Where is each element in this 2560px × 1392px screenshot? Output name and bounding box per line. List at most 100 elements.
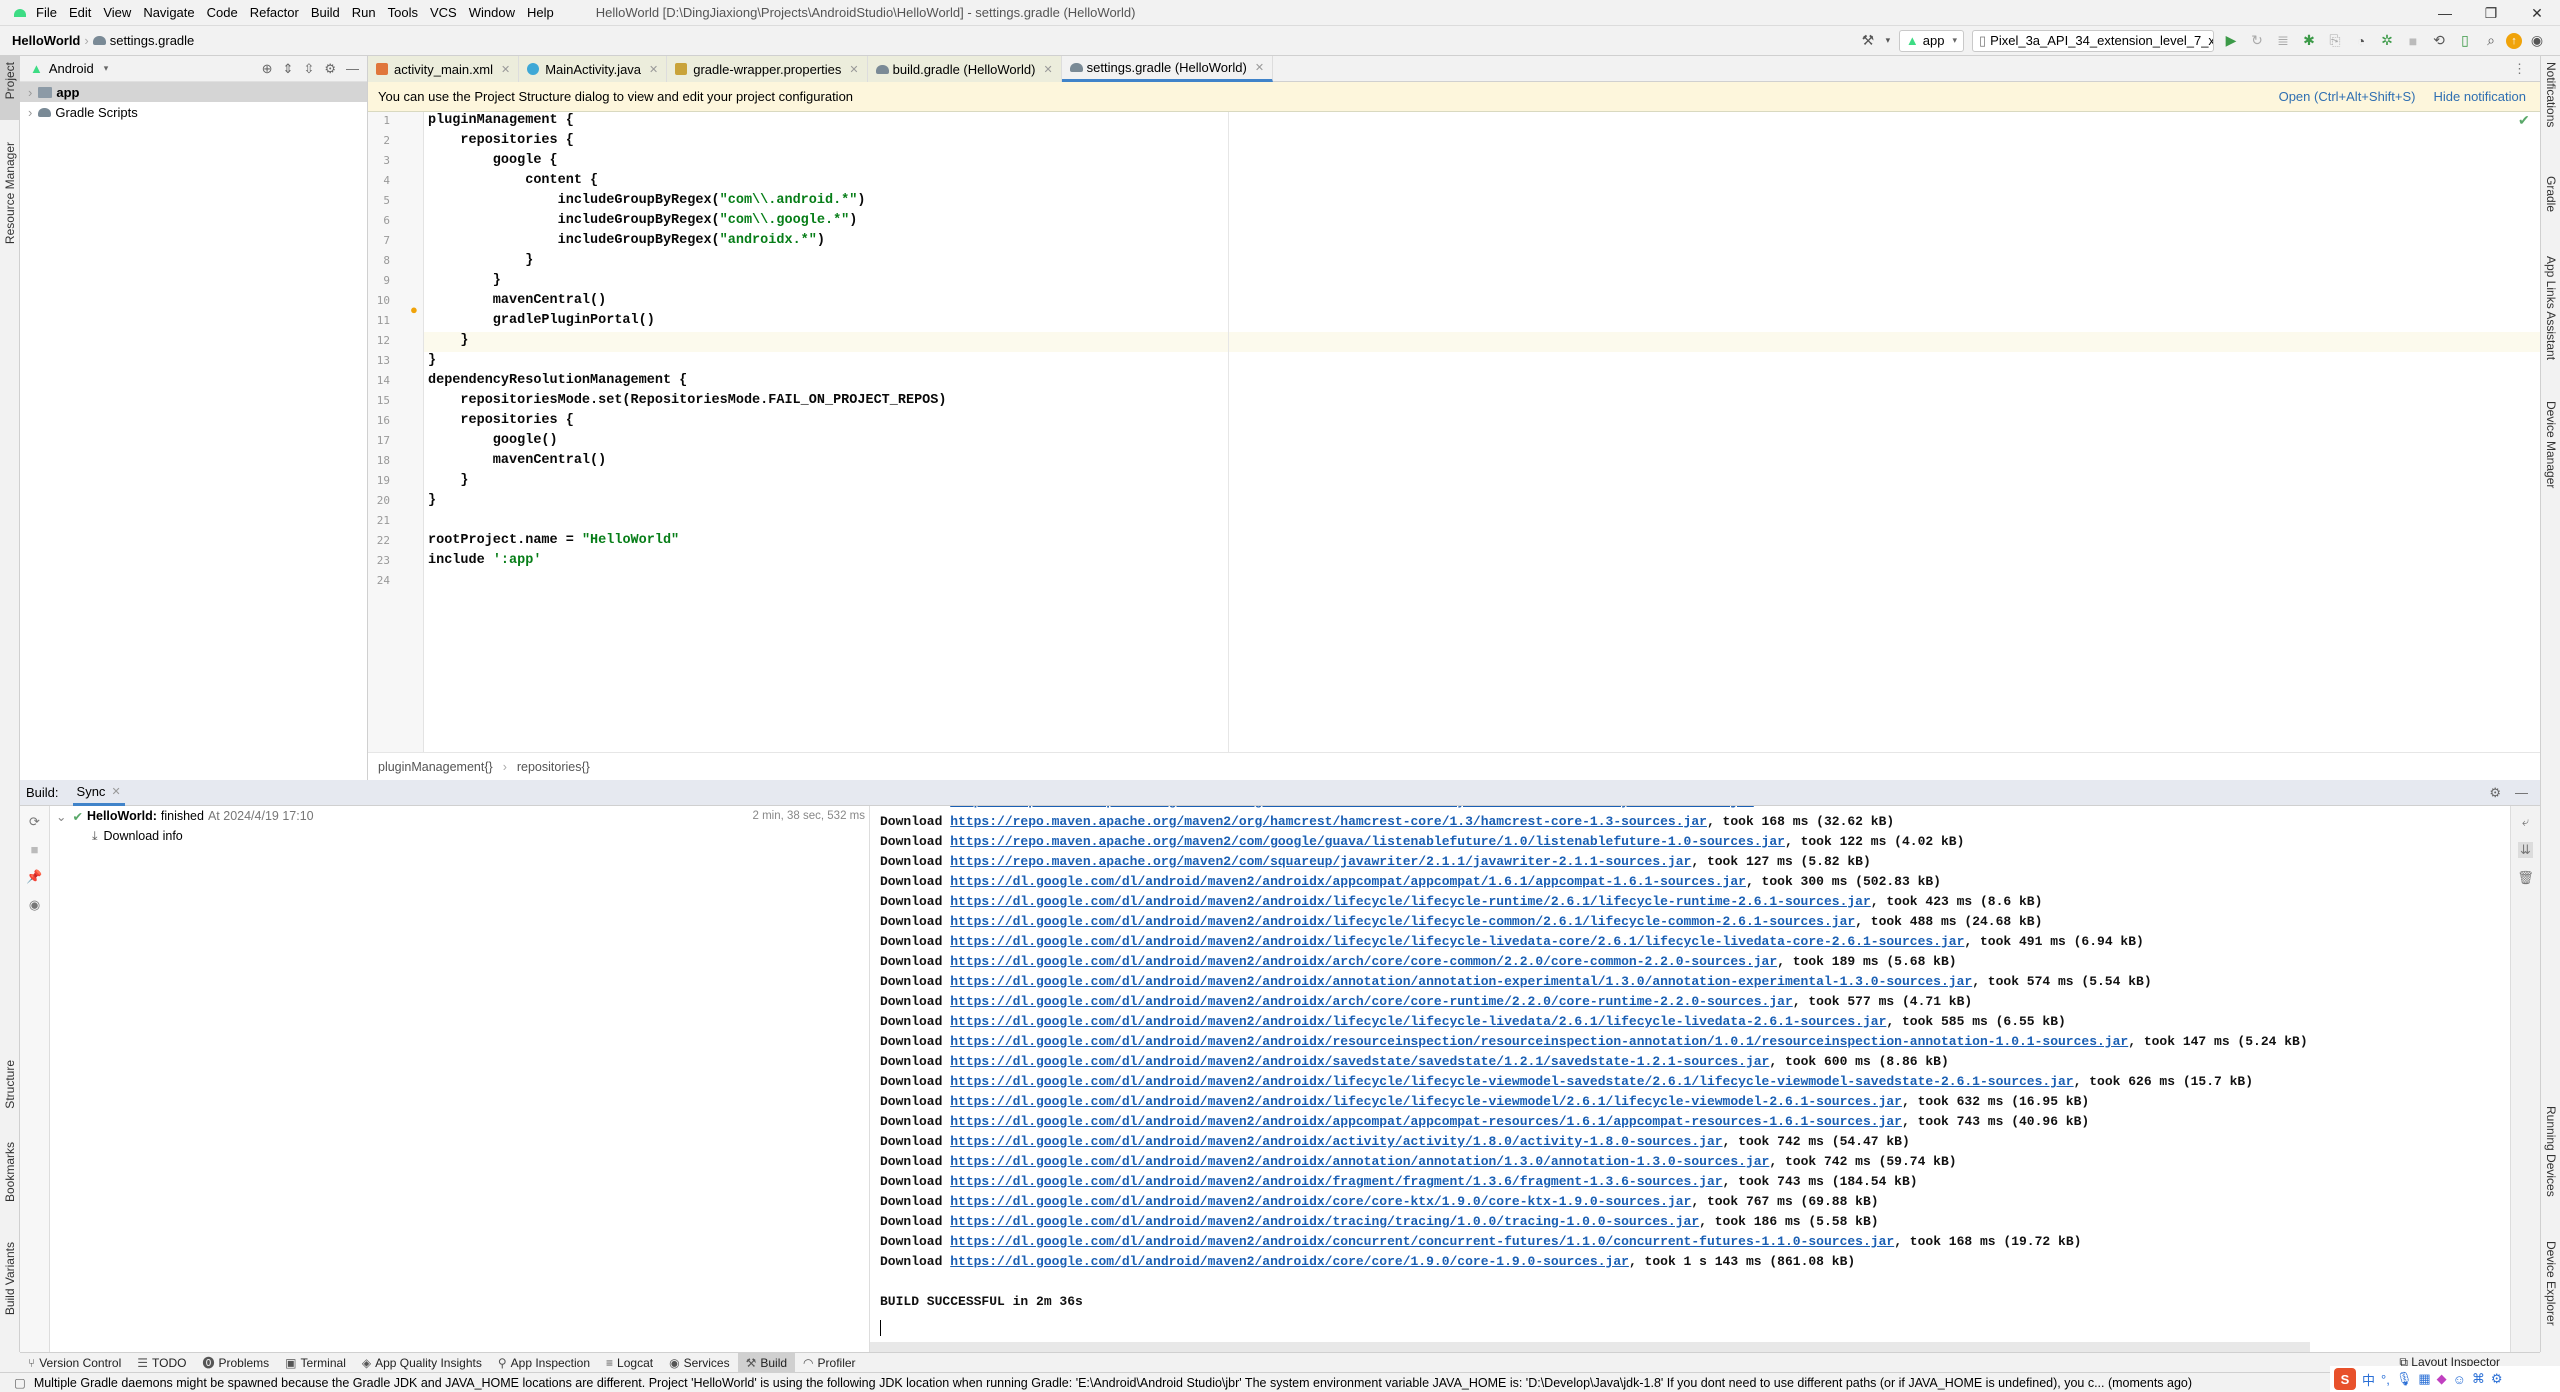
build-console[interactable]: Download https://repo.maven.apache.org/m… [870, 806, 2510, 1352]
download-url-link[interactable]: https://dl.google.com/dl/android/maven2/… [950, 874, 1746, 889]
run-config-dropdown[interactable]: ▲ app ▾ [1898, 29, 1964, 52]
tab-main-activity-java[interactable]: MainActivity.java ✕ [519, 56, 668, 82]
stop-icon[interactable]: ■ [31, 842, 39, 857]
menu-window[interactable]: Window [469, 5, 515, 20]
close-tab-icon[interactable]: ✕ [649, 63, 658, 76]
menu-file[interactable]: File [36, 5, 57, 20]
attach-debugger-icon[interactable]: ⎘ [2324, 30, 2346, 52]
download-url-link[interactable]: https://dl.google.com/dl/android/maven2/… [950, 994, 1793, 1009]
eye-icon[interactable]: ◉ [29, 897, 40, 913]
debug-attach-icon[interactable]: ✲ [2376, 30, 2398, 52]
bottom-tab-terminal[interactable]: ▣ Terminal [277, 1353, 354, 1373]
tool-tab-structure[interactable]: Structure [3, 1060, 17, 1109]
download-url-link[interactable]: https://dl.google.com/dl/android/maven2/… [950, 1194, 1691, 1209]
bottom-tab-todo[interactable]: ☰ TODO [129, 1353, 194, 1373]
open-project-structure-link[interactable]: Open (Ctrl+Alt+Shift+S) [2279, 89, 2416, 104]
profile-icon[interactable]: ◔ [2350, 30, 2372, 52]
download-url-link[interactable]: https://repo.maven.apache.org/maven2/com… [950, 854, 1691, 869]
download-url-link[interactable]: https://dl.google.com/dl/android/maven2/… [950, 1034, 2128, 1049]
ime-skin-icon[interactable]: ◆ [2437, 1371, 2447, 1387]
bottom-tab-services[interactable]: ◉ Services [661, 1353, 738, 1373]
breadcrumb-file[interactable]: settings.gradle [110, 33, 195, 48]
minimize-button[interactable]: — [2422, 0, 2468, 26]
download-url-link[interactable]: https://dl.google.com/dl/android/maven2/… [950, 914, 1855, 929]
scroll-to-end-icon[interactable]: ⇊ [2518, 842, 2533, 858]
tool-tab-notifications[interactable]: Notifications [2544, 62, 2558, 127]
search-icon[interactable]: ⌕ [2480, 30, 2502, 52]
bottom-tab-app-inspection[interactable]: ⚲ App Inspection [490, 1353, 598, 1373]
bottom-tab-build[interactable]: ⚒ Build [737, 1352, 796, 1373]
download-url-link[interactable]: https://dl.google.com/dl/android/maven2/… [950, 1234, 1894, 1249]
ime-emoji-icon[interactable]: ☺ [2453, 1372, 2466, 1387]
hide-notification-link[interactable]: Hide notification [2434, 89, 2527, 104]
tool-tab-project[interactable]: Project [3, 62, 17, 99]
account-icon[interactable]: ◉ [2526, 30, 2548, 52]
chevron-down-icon[interactable]: ⌄ [56, 809, 66, 824]
collapse-all-icon[interactable]: ⇳ [303, 61, 314, 77]
breadcrumb-project[interactable]: HelloWorld [12, 33, 80, 48]
download-url-link[interactable]: https://dl.google.com/dl/android/maven2/… [950, 974, 1972, 989]
download-url-link[interactable]: https://dl.google.com/dl/android/maven2/… [950, 934, 1964, 949]
bottom-tab-profiler[interactable]: ◠ Profiler [795, 1353, 864, 1373]
tool-tab-gradle[interactable]: Gradle [2544, 176, 2558, 212]
locate-file-icon[interactable]: ⊕ [262, 61, 273, 77]
close-tab-icon[interactable]: ✕ [1043, 63, 1052, 76]
menu-navigate[interactable]: Navigate [143, 5, 194, 20]
bottom-tab-logcat[interactable]: ≡ Logcat [598, 1353, 661, 1373]
tab-sync[interactable]: Sync ✕ [72, 780, 125, 806]
ime-tools-icon[interactable]: ⌘ [2472, 1371, 2485, 1387]
menu-refactor[interactable]: Refactor [250, 5, 299, 20]
download-url-link[interactable]: https://repo.maven.apache.org/maven2/com… [950, 834, 1785, 849]
download-url-link[interactable]: https://dl.google.com/dl/android/maven2/… [950, 894, 1871, 909]
device-manager-icon[interactable]: ▯ [2454, 30, 2476, 52]
download-url-link[interactable]: https://dl.google.com/dl/android/maven2/… [950, 1134, 1722, 1149]
sogou-ime-icon[interactable]: S [2334, 1368, 2356, 1390]
download-url-link[interactable]: https://dl.google.com/dl/android/maven2/… [950, 1114, 1902, 1129]
tab-build-gradle[interactable]: build.gradle (HelloWorld) ✕ [867, 56, 1062, 82]
close-button[interactable]: ✕ [2514, 0, 2560, 26]
build-tree-root[interactable]: ⌄ ✔ HelloWorld: finished At 2024/4/19 17… [50, 806, 869, 826]
hide-panel-icon[interactable]: — [2515, 785, 2528, 801]
tool-tab-app-links[interactable]: App Links Assistant [2544, 256, 2558, 360]
download-url-link[interactable]: https://dl.google.com/dl/android/maven2/… [950, 1014, 1886, 1029]
tab-settings-gradle[interactable]: settings.gradle (HelloWorld) ✕ [1061, 56, 1274, 82]
menu-help[interactable]: Help [527, 5, 554, 20]
download-url-link[interactable]: https://dl.google.com/dl/android/maven2/… [950, 1074, 2073, 1089]
tab-activity-main-xml[interactable]: activity_main.xml ✕ [368, 56, 520, 82]
hammer-build-icon[interactable]: ⚒ [1857, 30, 1879, 52]
hide-icon[interactable]: — [346, 61, 359, 77]
run-icon[interactable]: ▶ [2220, 30, 2242, 52]
close-tab-icon[interactable]: ✕ [501, 63, 510, 76]
chevron-right-icon[interactable]: › [28, 105, 32, 120]
breadcrumb-item[interactable]: pluginManagement{} [378, 760, 493, 774]
menu-build[interactable]: Build [311, 5, 340, 20]
expand-all-icon[interactable]: ⇕ [283, 61, 294, 77]
apply-code-changes-icon[interactable]: ≣ [2272, 30, 2294, 52]
bottom-tab-problems[interactable]: ⓿ Problems [194, 1353, 277, 1373]
tool-tab-device-manager[interactable]: Device Manager [2544, 401, 2558, 488]
tool-tab-build-variants[interactable]: Build Variants [3, 1242, 17, 1315]
menu-tools[interactable]: Tools [388, 5, 418, 20]
trash-icon[interactable]: 🗑 [2517, 870, 2534, 886]
download-url-link[interactable]: https://dl.google.com/dl/android/maven2/… [950, 1054, 1769, 1069]
ime-punctuation[interactable]: °, [2381, 1372, 2390, 1387]
debug-icon[interactable]: ✱ [2298, 30, 2320, 52]
maximize-button[interactable]: ❐ [2468, 0, 2514, 26]
download-url-link[interactable]: https://repo.maven.apache.org/maven2/org… [950, 814, 1707, 829]
menu-code[interactable]: Code [207, 5, 238, 20]
more-tabs-icon[interactable]: ⋮ [2513, 56, 2526, 81]
tool-tab-device-explorer[interactable]: Device Explorer [2544, 1241, 2558, 1326]
apply-changes-icon[interactable]: ↻ [2246, 30, 2268, 52]
menu-run[interactable]: Run [352, 5, 376, 20]
refresh-icon[interactable]: ⟳ [29, 814, 40, 830]
stop-icon[interactable]: ■ [2402, 30, 2424, 52]
soft-wrap-icon[interactable]: ⤶ [2522, 814, 2529, 830]
tool-tab-bookmarks[interactable]: Bookmarks [3, 1142, 17, 1202]
ime-keyboard-icon[interactable]: ▦ [2418, 1371, 2430, 1387]
download-url-link[interactable]: https://dl.google.com/dl/android/maven2/… [950, 1254, 1629, 1269]
gear-icon[interactable]: ⚙ [324, 61, 336, 77]
build-tree-download-info[interactable]: ⤓ Download info [50, 826, 869, 846]
lightbulb-icon[interactable]: ● [410, 302, 418, 317]
close-tab-icon[interactable]: ✕ [1255, 61, 1264, 74]
close-tab-icon[interactable]: ✕ [849, 63, 858, 76]
